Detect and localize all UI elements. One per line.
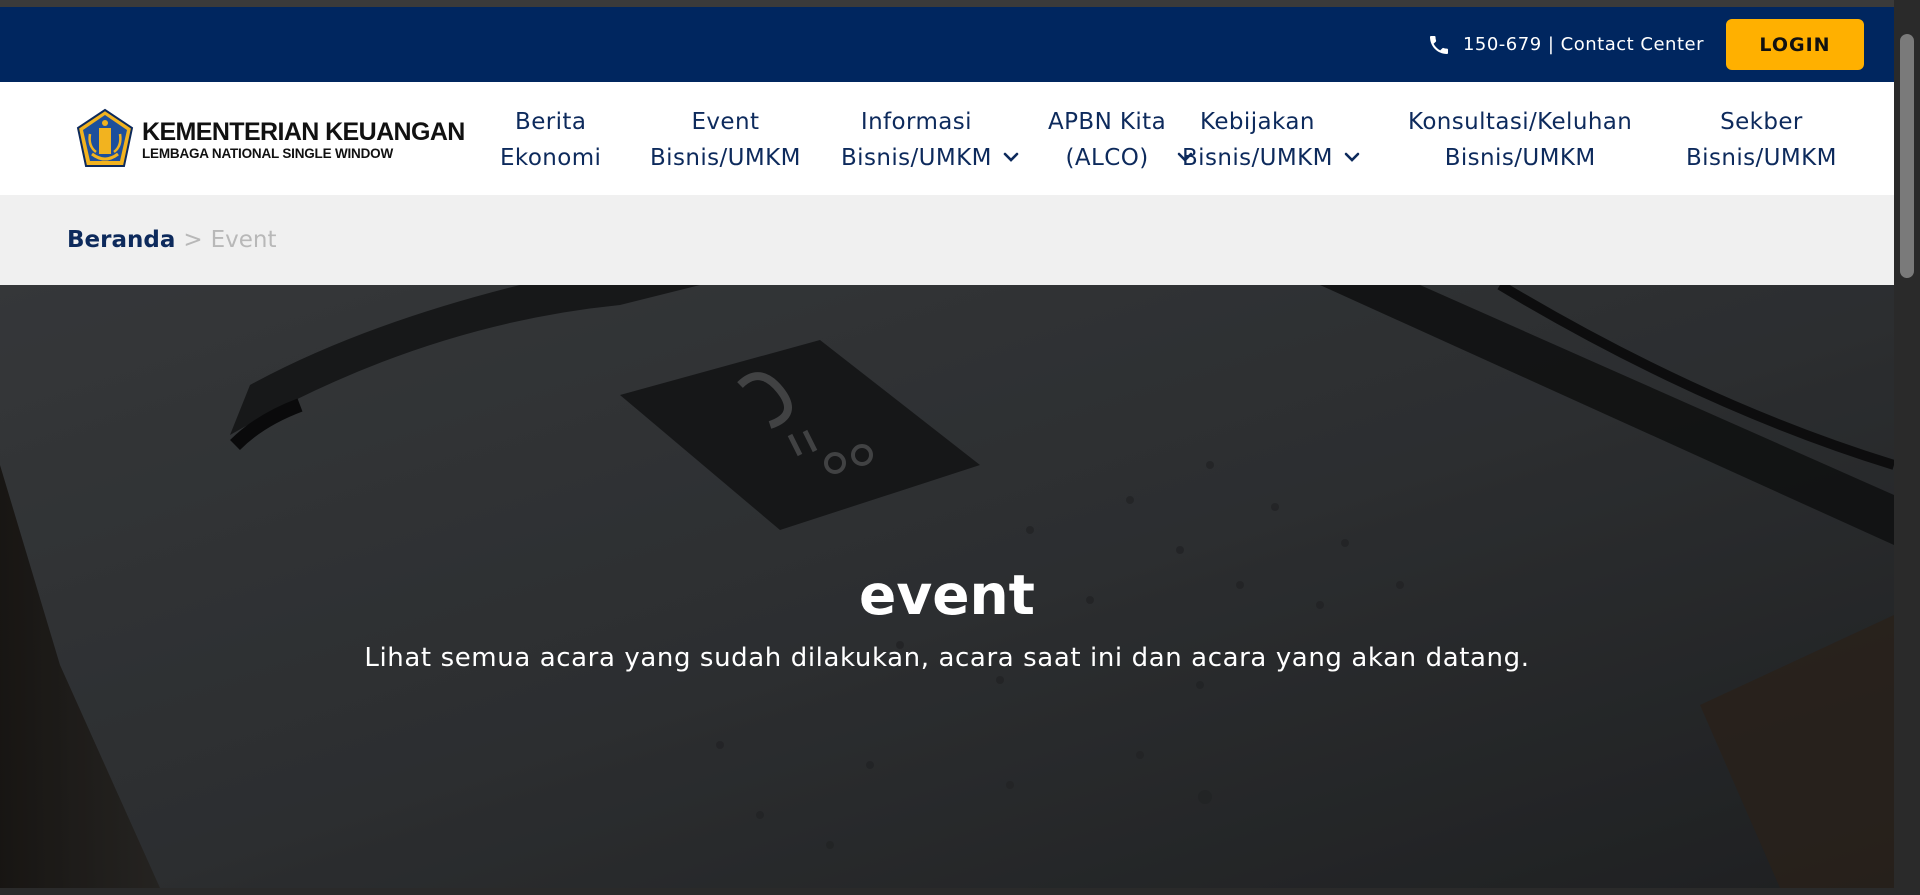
site-logo[interactable]: KEMENTERIAN KEUANGAN LEMBAGA NATIONAL SI… xyxy=(74,108,465,170)
nav-item-kebijakan[interactable]: Kebijakan Bisnis/UMKM xyxy=(1182,102,1363,178)
chevron-down-icon[interactable] xyxy=(1341,146,1363,168)
nav-label-line1: Informasi xyxy=(860,109,972,135)
contact-center-text: 150-679 | Contact Center xyxy=(1462,34,1704,55)
nav-label-line2: Bisnis/UMKM xyxy=(1444,145,1596,171)
vertical-scrollbar[interactable] xyxy=(1894,0,1920,895)
nav-item-apbn-kita[interactable]: APBN Kita (ALCO) xyxy=(1048,102,1196,178)
nav-item-informasi[interactable]: Informasi Bisnis/UMKM xyxy=(841,102,1022,178)
kemenkeu-emblem-icon xyxy=(76,108,134,167)
window-top-edge xyxy=(0,0,1894,7)
phone-icon xyxy=(1429,35,1448,54)
page: 150-679 | Contact Center LOGIN KEMENTERI… xyxy=(0,0,1894,888)
top-bar: 150-679 | Contact Center LOGIN xyxy=(0,7,1894,82)
nav-item-sekber[interactable]: Sekber Bisnis/UMKM xyxy=(1686,102,1837,178)
nav-label-line1: APBN Kita xyxy=(1048,109,1167,135)
breadcrumb-separator: > xyxy=(183,227,203,253)
breadcrumb-current: Event xyxy=(210,227,277,253)
nav-label-line2: Bisnis/UMKM xyxy=(1182,145,1333,171)
nav-label-line2: Bisnis/UMKM xyxy=(1686,145,1837,171)
breadcrumb: Beranda > Event xyxy=(0,195,1894,285)
breadcrumb-home-link[interactable]: Beranda xyxy=(67,227,175,253)
nav-item-konsultasi-keluhan[interactable]: Konsultasi/Keluhan Bisnis/UMKM xyxy=(1408,102,1632,178)
window-bottom-edge xyxy=(0,888,1894,895)
nav-label-line2: Bisnis/UMKM xyxy=(841,145,992,171)
logo-title: KEMENTERIAN KEUANGAN xyxy=(142,117,465,146)
nav-label-line1: Kebijakan xyxy=(1200,109,1315,135)
login-button[interactable]: LOGIN xyxy=(1726,19,1864,70)
chevron-down-icon[interactable] xyxy=(1000,146,1022,168)
hero-title: event xyxy=(859,563,1035,627)
nav-label-line1: Sekber xyxy=(1720,109,1803,135)
hero-subtitle: Lihat semua acara yang sudah dilakukan, … xyxy=(364,643,1530,673)
scrollbar-thumb[interactable] xyxy=(1900,34,1914,278)
nav-label-line2: Ekonomi xyxy=(500,145,602,171)
hero-banner: event Lihat semua acara yang sudah dilak… xyxy=(0,285,1894,888)
nav-item-event[interactable]: Event Bisnis/UMKM xyxy=(650,102,801,178)
nav-label-line1: Berita xyxy=(515,109,587,135)
nav-label-line2: Bisnis/UMKM xyxy=(650,145,801,171)
contact-center-link[interactable]: 150-679 | Contact Center xyxy=(1427,7,1704,82)
logo-text: KEMENTERIAN KEUANGAN LEMBAGA NATIONAL SI… xyxy=(142,118,465,161)
nav-label-line1: Konsultasi/Keluhan xyxy=(1408,109,1633,135)
nav-label-line2: (ALCO) xyxy=(1065,145,1149,171)
main-header: KEMENTERIAN KEUANGAN LEMBAGA NATIONAL SI… xyxy=(0,82,1894,195)
nav-item-berita-ekonomi[interactable]: Berita Ekonomi xyxy=(500,102,601,178)
logo-subtitle: LEMBAGA NATIONAL SINGLE WINDOW xyxy=(142,145,393,161)
nav-label-line1: Event xyxy=(691,109,760,135)
